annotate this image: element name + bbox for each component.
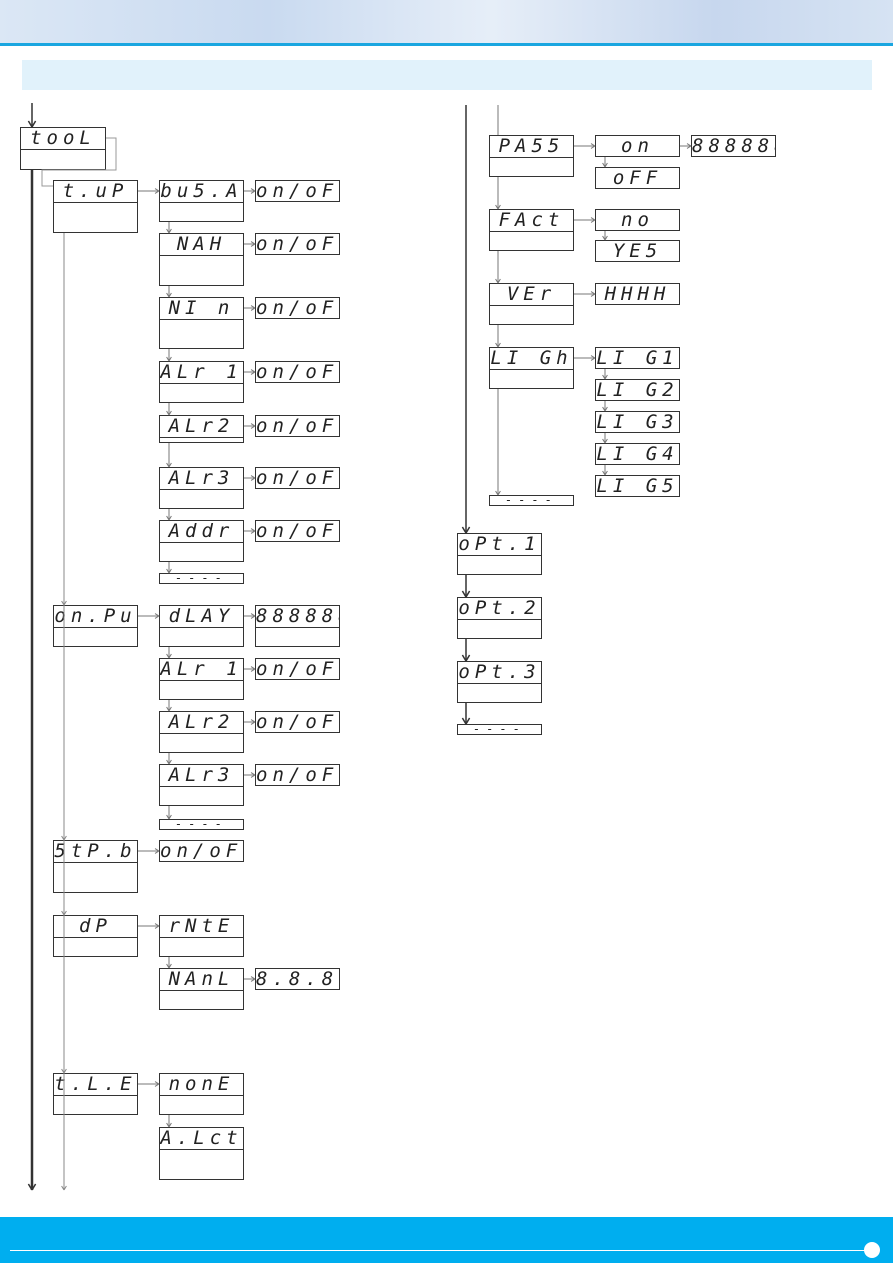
connector-lines xyxy=(27,103,692,1191)
page-number-dot xyxy=(864,1242,880,1258)
connector xyxy=(41,137,117,187)
footer-bar xyxy=(0,1217,893,1263)
footer-rule xyxy=(10,1250,872,1251)
